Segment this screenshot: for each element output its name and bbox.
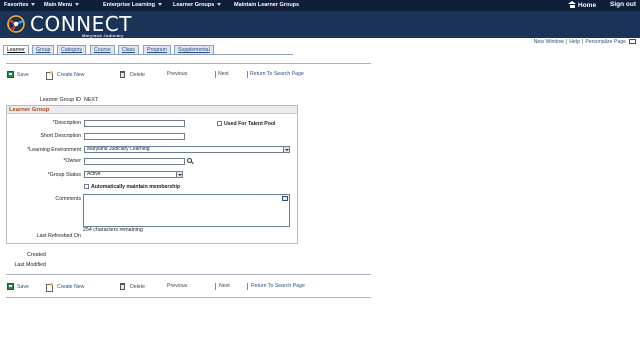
lookup-search-icon[interactable]: [187, 158, 193, 164]
chevron-down-icon: [31, 3, 36, 7]
previous-button[interactable]: Previous: [167, 71, 187, 77]
return-to-search-link[interactable]: Return To Search Page: [250, 71, 304, 77]
learner-group-id-value: NEXT: [84, 97, 99, 103]
home-label: Home: [578, 2, 597, 9]
save-button[interactable]: Save: [7, 71, 29, 78]
personalize-page-link[interactable]: Personalize Page: [585, 39, 626, 45]
next-button[interactable]: Next: [219, 283, 230, 289]
main-menu[interactable]: Main Menu: [44, 2, 80, 8]
divider: [215, 71, 216, 78]
learning-environment-select[interactable]: Maryland Judiciary Learning: [84, 146, 290, 153]
chevron-down-icon: [217, 3, 222, 7]
section-title: Learner Group: [9, 107, 50, 113]
new-document-icon: [46, 71, 54, 80]
divider: [6, 63, 371, 64]
group-status-label: *Group Status: [47, 172, 81, 178]
top-toolbar: Save Create New Delete Previous Next Ret…: [6, 71, 371, 81]
group-status-select[interactable]: Active: [84, 171, 183, 178]
delete-label: Delete: [130, 72, 145, 78]
header-banner: CONNECT Maryland Judiciary: [0, 11, 640, 38]
created-label: Created: [27, 252, 46, 258]
dropdown-arrow-icon[interactable]: [176, 172, 182, 177]
save-icon: [7, 71, 14, 78]
favorites-menu[interactable]: Favorites: [4, 2, 36, 8]
home-icon: [568, 1, 576, 8]
owner-input[interactable]: [84, 158, 185, 165]
next-button[interactable]: Next: [218, 71, 229, 77]
save-label: Save: [17, 72, 29, 78]
short-description-input[interactable]: [84, 133, 185, 140]
learning-environment-label: *Learning Environment: [27, 147, 81, 153]
learner-groups-menu[interactable]: Learner Groups: [173, 2, 222, 8]
tab-group[interactable]: Group: [32, 45, 55, 54]
tab-supplemental[interactable]: Supplemental: [174, 45, 214, 54]
create-new-label: Create New: [57, 72, 85, 78]
return-to-search-link[interactable]: Return To Search Page: [251, 283, 305, 289]
delete-label: Delete: [130, 284, 145, 290]
connect-logo-icon: [7, 15, 25, 33]
tab-class[interactable]: Class: [118, 45, 139, 54]
brand-subtitle: Maryland Judiciary: [82, 33, 124, 38]
create-new-button[interactable]: Create New: [46, 71, 85, 80]
tab-course[interactable]: Course: [90, 45, 115, 54]
dropdown-arrow-icon[interactable]: [283, 147, 289, 152]
utility-links: New Window | Help | Personalize Page: [534, 39, 636, 45]
learner-groups-label: Learner Groups: [173, 2, 215, 8]
bottom-toolbar: Save Create New Delete Previous Next Ret…: [6, 283, 371, 293]
enterprise-learning-label: Enterprise Learning: [103, 2, 155, 8]
delete-button[interactable]: Delete: [120, 283, 145, 290]
breadcrumb-current: Maintain Learner Groups: [234, 2, 300, 8]
divider: [215, 283, 216, 290]
comments-textarea[interactable]: [83, 194, 290, 227]
delete-button[interactable]: Delete: [120, 71, 145, 78]
description-input[interactable]: [84, 120, 185, 127]
new-document-icon: [46, 283, 54, 292]
divider: [6, 297, 371, 298]
tab-learner[interactable]: Learner: [3, 45, 29, 54]
favorites-label: Favorites: [4, 2, 29, 8]
divider: [247, 71, 248, 78]
enterprise-learning-menu[interactable]: Enterprise Learning: [103, 2, 162, 8]
section-header: Learner Group: [7, 106, 297, 114]
trash-icon: [120, 71, 125, 78]
chevron-down-icon: [75, 3, 80, 7]
sign-out-link[interactable]: Sign out: [610, 1, 636, 8]
page-settings-icon[interactable]: [629, 39, 636, 44]
last-modified-label: Last Modified: [14, 262, 46, 268]
save-icon: [7, 283, 14, 290]
help-link[interactable]: Help: [569, 39, 580, 45]
create-new-label: Create New: [57, 284, 85, 290]
characters-remaining: 254 characters remaining: [83, 227, 143, 233]
used-for-talent-pool-checkbox[interactable]: [217, 121, 222, 126]
last-refreshed-label: Last Refreshed On: [36, 233, 81, 239]
description-label: *Description: [52, 120, 81, 126]
new-window-link[interactable]: New Window: [534, 39, 564, 45]
group-status-value: Active: [87, 171, 101, 177]
short-description-label: Short Description: [40, 133, 81, 139]
tab-category[interactable]: Category: [57, 45, 87, 54]
chevron-down-icon: [157, 3, 162, 7]
auto-maintain-membership-label: Automatically maintain membership: [91, 184, 181, 190]
main-menu-label: Main Menu: [44, 2, 73, 8]
owner-label: *Owner: [63, 158, 81, 164]
save-button[interactable]: Save: [7, 283, 29, 290]
divider: [247, 283, 248, 290]
expand-editor-icon[interactable]: [282, 196, 288, 201]
save-label: Save: [17, 284, 29, 290]
learner-group-id-label: Learner Group ID: [39, 97, 81, 103]
used-for-talent-pool-label: Used For Talent Pool: [224, 121, 276, 127]
tab-underline: [3, 54, 293, 55]
home-link[interactable]: Home: [568, 1, 596, 9]
auto-maintain-membership-checkbox[interactable]: [84, 184, 89, 189]
top-nav-bar: Favorites Main Menu Enterprise Learning …: [0, 0, 640, 11]
trash-icon: [120, 283, 125, 290]
comments-label: Comments: [55, 196, 81, 202]
tab-program[interactable]: Program: [143, 45, 171, 54]
previous-button[interactable]: Previous: [167, 283, 187, 289]
learning-environment-value: Maryland Judiciary Learning: [87, 146, 150, 152]
divider: [6, 274, 371, 275]
create-new-button[interactable]: Create New: [46, 283, 85, 292]
